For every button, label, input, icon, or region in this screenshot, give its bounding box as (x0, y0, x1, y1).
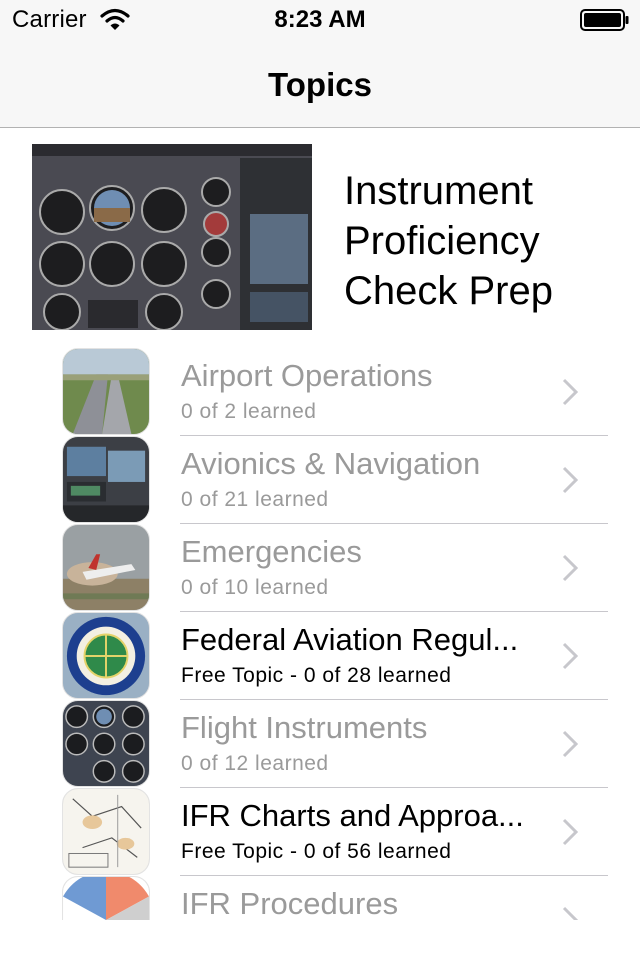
instruments-photo-icon (62, 700, 150, 787)
chevron-right-icon (562, 818, 578, 846)
topic-title: Flight Instruments (181, 710, 428, 745)
faa-seal-icon (62, 612, 150, 699)
topic-title: Avionics & Navigation (181, 446, 481, 481)
cockpit-panel-photo (32, 144, 312, 330)
cockpit-panel-image (32, 144, 312, 330)
topic-progress: 0 of 10 learned (181, 576, 329, 599)
chevron-right-icon (562, 378, 578, 406)
page-title: Topics (268, 66, 372, 103)
topic-progress: 0 of 2 learned (181, 400, 317, 423)
navigation-bar: Topics (0, 40, 640, 128)
topic-progress: 0 of 21 learned (181, 488, 329, 511)
status-time: 8:23 AM (274, 6, 366, 33)
list-clip: IFR Procedures (0, 876, 640, 920)
chevron-right-icon (562, 906, 578, 920)
topic-row-flight-instruments[interactable]: Flight Instruments 0 of 12 learned (0, 700, 640, 788)
battery-icon (580, 9, 629, 31)
topic-row-airport-operations[interactable]: Airport Operations 0 of 2 learned (0, 348, 640, 436)
chevron-right-icon (562, 554, 578, 582)
topic-progress: Free Topic - 0 of 56 learned (181, 840, 452, 863)
chevron-right-icon (562, 466, 578, 494)
topic-row-avionics-navigation[interactable]: Avionics & Navigation 0 of 21 learned (0, 436, 640, 524)
topic-row-federal-aviation-regulations[interactable]: Federal Aviation Regul... Free Topic - 0… (0, 612, 640, 700)
topic-row-emergencies[interactable]: Emergencies 0 of 10 learned (0, 524, 640, 612)
topic-title: IFR Charts and Approa... (181, 798, 524, 833)
topic-title: Federal Aviation Regul... (181, 622, 519, 657)
topic-title: Emergencies (181, 534, 362, 569)
topic-row-ifr-procedures[interactable]: IFR Procedures (0, 876, 640, 920)
runway-photo-icon (62, 348, 150, 435)
course-title: Instrument Proficiency Check Prep (344, 169, 553, 313)
chevron-right-icon (562, 642, 578, 670)
topic-title: Airport Operations (181, 358, 433, 393)
status-bar: Carrier 8:23 AM (0, 0, 640, 40)
chart-map-icon (62, 788, 150, 875)
topic-title: IFR Procedures (181, 886, 399, 920)
topic-progress: Free Topic - 0 of 28 learned (181, 664, 452, 687)
chevron-right-icon (562, 730, 578, 758)
holding-pattern-diagram-icon (62, 876, 150, 920)
topic-progress: 0 of 12 learned (181, 752, 329, 775)
topic-row-ifr-charts-approaches[interactable]: IFR Charts and Approa... Free Topic - 0 … (0, 788, 640, 876)
avionics-photo-icon (62, 436, 150, 523)
emergency-landing-photo-icon (62, 524, 150, 611)
